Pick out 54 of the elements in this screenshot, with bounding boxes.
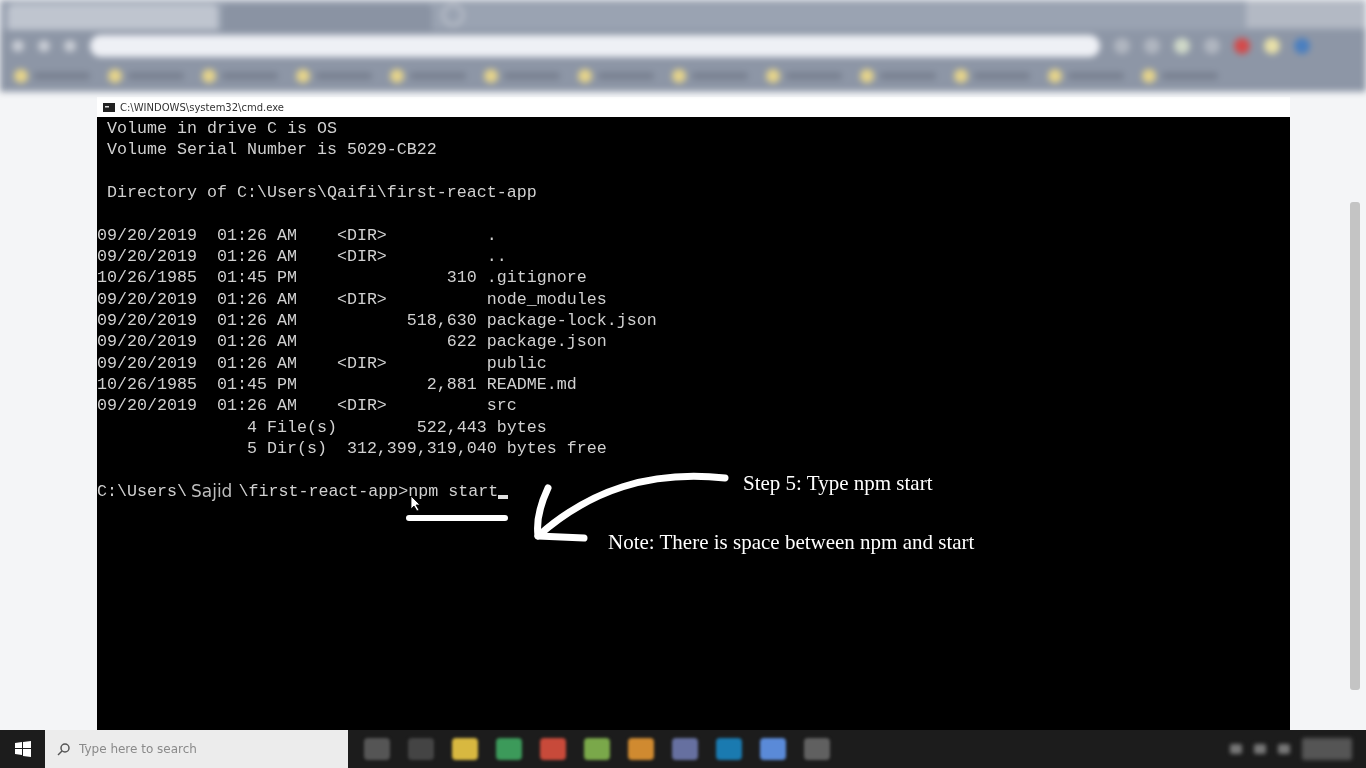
terminal-line: 09/20/2019 01:26 AM <DIR> public <box>97 352 547 374</box>
terminal-line: 4 File(s) 522,443 bytes <box>245 416 547 438</box>
taskbar-app-icon[interactable] <box>716 738 742 760</box>
terminal-line: Volume Serial Number is 5029-CB22 <box>106 139 437 161</box>
terminal-line: 5 Dir(s) 312,399,319,040 bytes free <box>245 437 607 460</box>
taskbar-app-icon[interactable] <box>408 738 434 760</box>
terminal-line: 10/26/1985 01:45 PM 2,881 README.md <box>97 373 577 396</box>
taskbar-app-icon[interactable] <box>672 738 698 760</box>
terminal-line: 09/20/2019 01:26 AM <DIR> src <box>97 395 517 417</box>
window-controls[interactable] <box>1246 0 1366 28</box>
bookmark-item[interactable] <box>390 69 466 83</box>
terminal-line: 09/20/2019 01:26 AM <DIR> . <box>97 224 497 246</box>
prompt-text: \first-react-app>npm start <box>238 481 499 501</box>
user-name: Sajid <box>189 481 234 502</box>
taskbar-app-icon[interactable] <box>540 738 566 760</box>
browser-tab[interactable] <box>8 4 218 30</box>
terminal-line: 09/20/2019 01:26 AM 518,630 package-lock.json <box>97 309 657 332</box>
text-cursor <box>498 494 509 499</box>
terminal-line: Directory of C:\Users\Qaifi\first-react-app <box>106 182 537 204</box>
taskbar-app-icon[interactable] <box>584 738 610 760</box>
bookmark-item[interactable] <box>1048 69 1124 83</box>
browser-tab[interactable] <box>222 4 432 30</box>
terminal-line: 09/20/2019 01:26 AM <DIR> node_modules <box>97 288 607 310</box>
window-title: C:\WINDOWS\system32\cmd.exe <box>120 101 284 113</box>
scrollbar[interactable] <box>1350 202 1360 690</box>
bookmark-item[interactable] <box>296 69 372 83</box>
terminal-line: 09/20/2019 01:26 AM <DIR> .. <box>97 245 507 268</box>
taskbar-app-icon[interactable] <box>804 738 830 760</box>
bookmark-item[interactable] <box>578 69 654 83</box>
taskbar-app-icon[interactable] <box>760 738 786 760</box>
bookmark-item[interactable] <box>860 69 936 83</box>
address-bar[interactable] <box>90 35 1100 57</box>
terminal-line: 10/26/1985 01:45 PM 310 .gitignore <box>97 267 587 289</box>
taskbar-app-icon[interactable] <box>452 738 478 760</box>
terminal-line: Volume in drive C is OS <box>106 118 337 140</box>
search-icon <box>57 742 71 756</box>
bookmark-item[interactable] <box>954 69 1030 83</box>
taskbar-app-icon[interactable] <box>496 738 522 760</box>
bookmark-item[interactable] <box>108 69 184 83</box>
bookmark-item[interactable] <box>202 69 278 83</box>
annotation-text: Note: There is space between npm and start <box>608 530 975 555</box>
bookmark-item[interactable] <box>1142 69 1218 83</box>
windows-icon <box>14 741 31 757</box>
search-field[interactable]: Type here to search <box>45 730 348 768</box>
bookmark-item[interactable] <box>672 69 748 83</box>
bookmark-item[interactable] <box>484 69 560 83</box>
prompt-text: C:\Users\ <box>97 481 187 501</box>
taskbar-app-icon[interactable] <box>628 738 654 760</box>
annotation-text: Step 5: Type npm start <box>743 471 933 496</box>
bookmark-item[interactable] <box>766 69 842 83</box>
taskbar-app-icon[interactable] <box>364 738 390 760</box>
terminal-line: 09/20/2019 01:26 AM 622 package.json <box>97 331 607 353</box>
bookmark-item[interactable] <box>14 69 90 83</box>
console-icon <box>103 102 115 112</box>
